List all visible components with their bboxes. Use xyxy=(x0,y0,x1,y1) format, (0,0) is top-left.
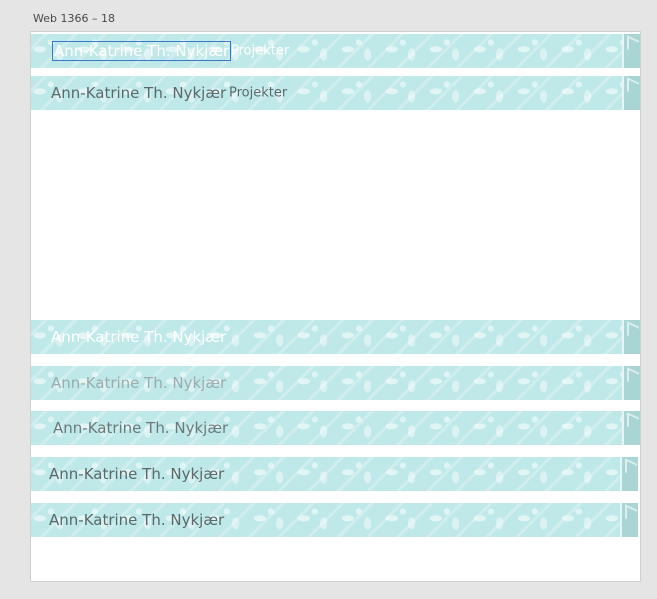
header-banner-3[interactable]: Ann-Katrine Th. Nykjær xyxy=(31,320,640,354)
site-title[interactable]: Ann-Katrine Th. Nykjær xyxy=(49,511,224,529)
nav-link-projekter[interactable]: Projekter xyxy=(231,44,289,59)
banner-endcap xyxy=(622,76,640,110)
site-title[interactable]: Ann-Katrine Th. Nykjær xyxy=(51,84,226,102)
banner-endcap xyxy=(622,320,640,354)
artboard-label[interactable]: Web 1366 – 18 xyxy=(33,12,115,25)
banner-endcap xyxy=(622,366,640,400)
header-banner-5[interactable]: Ann-Katrine Th. Nykjær xyxy=(31,411,640,445)
header-banner-4[interactable]: Ann-Katrine Th. Nykjær xyxy=(31,366,640,400)
header-banner-2[interactable]: Ann-Katrine Th. Nykjær Projekter xyxy=(31,76,640,110)
site-title[interactable]: Ann-Katrine Th. Nykjær xyxy=(51,374,226,392)
banner-endcap xyxy=(620,457,638,491)
artboard-canvas: Ann-Katrine Th. Nykjær Projekter Ann-Kat… xyxy=(30,31,641,582)
banner-endcap xyxy=(622,34,640,68)
banner-endcap xyxy=(620,503,638,537)
site-title[interactable]: Ann-Katrine Th. Nykjær xyxy=(51,328,226,346)
site-title-selected[interactable]: Ann-Katrine Th. Nykjær xyxy=(51,41,232,61)
header-banner-1[interactable]: Ann-Katrine Th. Nykjær Projekter xyxy=(31,34,640,68)
site-title[interactable]: Ann-Katrine Th. Nykjær xyxy=(49,465,224,483)
header-banner-7[interactable]: Ann-Katrine Th. Nykjær xyxy=(31,503,638,537)
header-banner-6[interactable]: Ann-Katrine Th. Nykjær xyxy=(31,457,638,491)
nav-link-projekter[interactable]: Projekter xyxy=(229,86,287,101)
banner-endcap xyxy=(622,411,640,445)
site-title[interactable]: Ann-Katrine Th. Nykjær xyxy=(53,419,228,437)
